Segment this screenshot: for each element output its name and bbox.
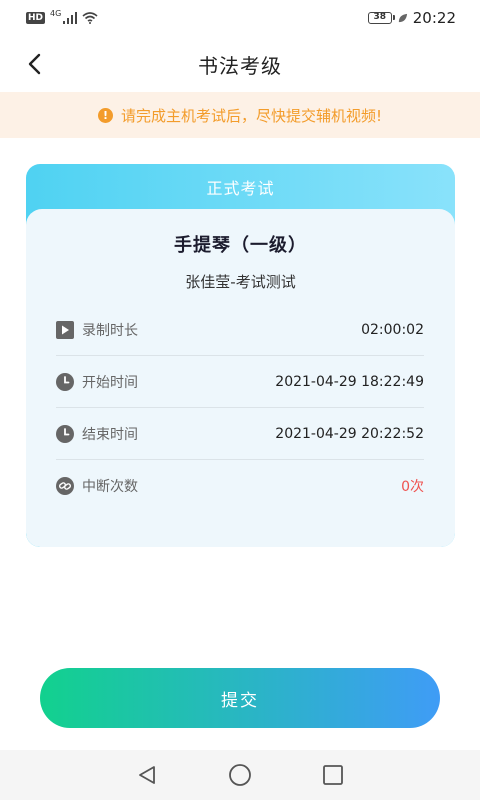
chevron-left-icon xyxy=(28,53,41,75)
interruption-count: 0次 xyxy=(401,479,424,495)
info-value: 02:00:02 xyxy=(361,321,424,338)
info-value: 2021-04-29 18:22:49 xyxy=(275,373,424,390)
notice-text: 请完成主机考试后，尽快提交辅机视频! xyxy=(120,106,382,125)
info-label: 结束时间 xyxy=(82,426,138,443)
card-body: 手提琴（一级） 张佳莹-考试测试 录制时长 02:00:02 开始时间 2021… xyxy=(26,209,455,547)
notice-banner: ! 请完成主机考试后，尽快提交辅机视频! xyxy=(0,92,480,138)
card-header: 正式考试 xyxy=(26,164,455,210)
battery-icon: 38 xyxy=(367,12,395,24)
clock-icon xyxy=(56,372,74,391)
status-indicators: HD 4G xyxy=(26,8,98,24)
play-icon xyxy=(56,320,74,339)
candidate-name: 张佳莹-考试测试 xyxy=(185,273,296,291)
card-header-title: 正式考试 xyxy=(206,179,275,198)
nav-recents-button[interactable] xyxy=(318,760,348,790)
info-row-interruptions: 中断次数 0次 xyxy=(56,460,424,512)
app-header: 书法考级 xyxy=(0,36,480,92)
wifi-icon xyxy=(82,12,98,24)
exam-subject: 手提琴（一级） xyxy=(174,235,307,256)
page-title: 书法考级 xyxy=(198,53,282,78)
link-icon xyxy=(56,477,74,495)
clock-icon xyxy=(56,424,74,443)
submit-button[interactable]: 提交 xyxy=(40,668,440,728)
info-value: 2021-04-29 20:22:52 xyxy=(275,425,424,442)
leaf-icon xyxy=(398,13,407,22)
info-list: 录制时长 02:00:02 开始时间 2021-04-29 18:22:49 结… xyxy=(56,304,424,512)
battery-level: 38 xyxy=(373,12,387,22)
circle-home-icon xyxy=(229,764,251,786)
info-label: 中断次数 xyxy=(82,479,138,495)
warning-icon: ! xyxy=(97,107,113,123)
info-row-start-time: 开始时间 2021-04-29 18:22:49 xyxy=(56,356,424,408)
info-row-duration: 录制时长 02:00:02 xyxy=(56,304,424,356)
system-nav-bar xyxy=(0,750,480,800)
hd-badge: HD xyxy=(26,12,46,24)
signal-icon xyxy=(63,12,78,24)
triangle-back-icon xyxy=(138,766,155,784)
info-label: 开始时间 xyxy=(82,374,138,391)
info-row-end-time: 结束时间 2021-04-29 20:22:52 xyxy=(56,408,424,460)
clock-time: 20:22 xyxy=(412,9,456,27)
exam-card: 正式考试 手提琴（一级） 张佳莹-考试测试 录制时长 02:00:02 开始时间… xyxy=(26,164,455,547)
network-label: 4G xyxy=(50,8,62,18)
status-right: 38 20:22 xyxy=(367,9,456,27)
info-label: 录制时长 xyxy=(82,322,138,339)
back-button[interactable] xyxy=(18,48,50,80)
nav-back-button[interactable] xyxy=(132,760,162,790)
status-bar: HD 4G 38 20:22 xyxy=(0,0,480,36)
nav-home-button[interactable] xyxy=(225,760,255,790)
square-recents-icon xyxy=(323,765,344,785)
